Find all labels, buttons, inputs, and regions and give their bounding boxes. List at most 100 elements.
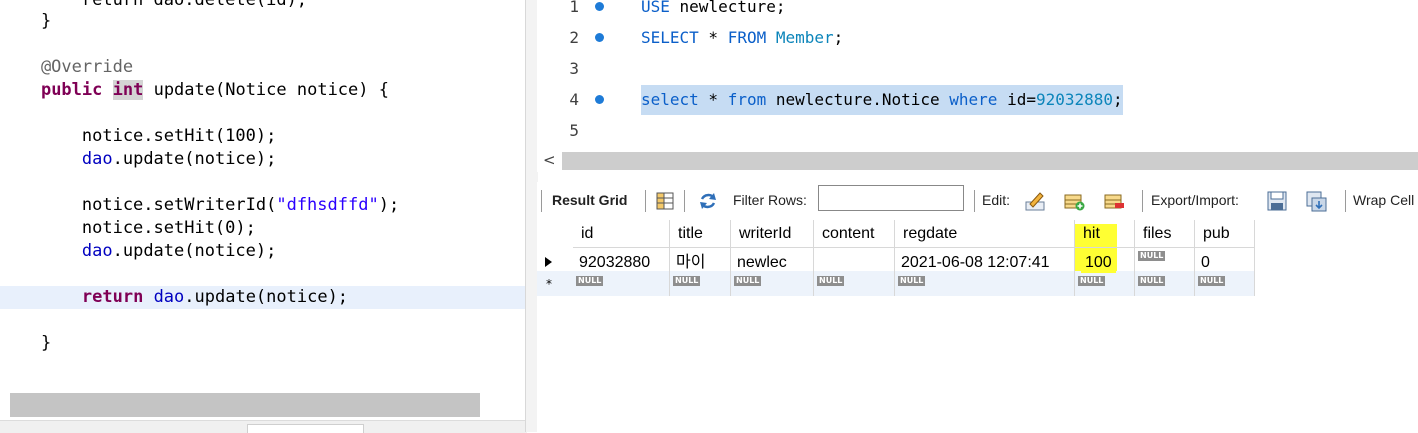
code-token: return dao.delete(id); [0, 0, 308, 10]
scroll-left-arrow-icon[interactable]: < [543, 151, 556, 169]
cell-regdate[interactable]: 2021-06-08 12:07:41 [895, 248, 1075, 271]
delete-row-icon[interactable] [1103, 190, 1125, 212]
code-token: .update(notice); [112, 241, 277, 261]
sql-token: ; [1113, 90, 1123, 109]
refresh-icon[interactable] [697, 190, 719, 212]
column-header-files[interactable]: files [1135, 220, 1195, 248]
new-row-cell-writerId[interactable]: NULL [731, 271, 814, 296]
statement-marker-icon[interactable] [595, 33, 604, 42]
sql-token: FROM [727, 28, 767, 47]
sql-token: ; [833, 28, 844, 47]
cell-text: 92032880 [579, 254, 651, 271]
code-token: int [112, 80, 144, 100]
code-line[interactable]: public int update(Notice notice) { [0, 79, 527, 102]
code-token: public [40, 80, 103, 100]
code-line[interactable]: dao.update(notice); [0, 240, 527, 263]
sql-line[interactable]: 3 [537, 54, 1418, 84]
new-row-cell-regdate[interactable]: NULL [895, 271, 1075, 296]
null-badge: NULL [1138, 276, 1166, 286]
statement-marker-icon[interactable] [595, 2, 604, 11]
column-header-regdate[interactable]: regdate [895, 220, 1075, 248]
filter-rows-input[interactable] [818, 185, 964, 211]
code-line[interactable]: } [0, 332, 527, 355]
cell-title[interactable]: 마이 [670, 248, 731, 271]
code-line[interactable]: dao.update(notice); [0, 148, 527, 171]
edit-label: Edit: [982, 192, 1011, 208]
insert-row-icon[interactable] [1063, 190, 1085, 212]
code-token: return [81, 287, 144, 307]
hit-value-highlighted: 100 [1081, 251, 1116, 273]
line-number: 5 [569, 121, 579, 140]
new-row-cell-title[interactable]: NULL [670, 271, 731, 296]
cell-id[interactable]: 92032880 [573, 248, 670, 271]
null-badge: NULL [1198, 276, 1226, 286]
column-header-id[interactable]: id [573, 220, 670, 248]
null-badge: NULL [1078, 276, 1106, 286]
code-editor-horizontal-scrollbar[interactable] [10, 393, 480, 417]
sql-line[interactable]: 5 [537, 116, 1418, 146]
new-row-cell-id[interactable]: NULL [573, 271, 670, 296]
code-line[interactable]: notice.setHit(100); [0, 125, 527, 148]
code-token: dao [153, 287, 185, 307]
column-header-content[interactable]: content [814, 220, 895, 248]
column-header-pub[interactable]: pub [1195, 220, 1255, 248]
code-line[interactable]: notice.setHit(0); [0, 217, 527, 240]
code-token: @Override [0, 57, 134, 77]
statement-marker-icon[interactable] [595, 95, 604, 104]
column-header-writerId[interactable]: writerId [731, 220, 814, 248]
code-line[interactable]: } [0, 10, 527, 33]
result-grid-toolbar: Result Grid Filter Rows: Edit: Export/Im… [537, 182, 1418, 220]
code-line[interactable] [0, 263, 527, 286]
new-row-cell-files[interactable]: NULL [1135, 271, 1195, 296]
new-row-cell-content[interactable]: NULL [814, 271, 895, 296]
sql-line[interactable]: 4 select * from newlecture.Notice where i… [537, 85, 1418, 115]
export-import-label: Export/Import: [1151, 192, 1239, 208]
toolbar-separator [974, 190, 975, 212]
code-line[interactable]: @Override [0, 56, 527, 79]
result-grid-label[interactable]: Result Grid [552, 192, 627, 208]
new-row-cell-hit[interactable]: NULL [1075, 271, 1135, 296]
cell-pub[interactable]: 0 [1195, 248, 1255, 271]
result-grid[interactable]: * id title writerId content regdate hit files p… [537, 220, 1418, 432]
scrollbar-thumb[interactable] [562, 152, 1418, 170]
grid-layout-icon[interactable] [654, 190, 676, 212]
toolbar-separator [1142, 190, 1143, 212]
toolbar-separator [684, 190, 685, 212]
sql-statement: select * from newlecture.Notice where id… [641, 85, 1123, 115]
cell-hit[interactable]: 100 [1075, 248, 1135, 273]
sql-line[interactable]: 1 USE newlecture; [537, 0, 1418, 22]
sql-query-editor[interactable]: 1 USE newlecture; 2 SELECT * FROM Member; 3 4… [537, 0, 1418, 152]
code-line[interactable] [0, 171, 527, 194]
sql-statement: USE newlecture; [641, 0, 786, 22]
null-badge: NULL [817, 276, 845, 286]
sql-line[interactable]: 2 SELECT * FROM Member; [537, 23, 1418, 53]
cell-text: 0 [1201, 254, 1210, 271]
sql-editor-horizontal-scrollbar[interactable]: < [537, 150, 1418, 172]
row-header-column: * [537, 220, 573, 296]
null-badge: NULL [673, 276, 701, 286]
cell-writerId[interactable]: newlec [731, 248, 814, 271]
cell-files[interactable]: NULL [1135, 248, 1195, 271]
column-header-hit[interactable]: hit [1075, 220, 1135, 248]
code-line[interactable] [0, 102, 527, 125]
column-header-title[interactable]: title [670, 220, 731, 248]
code-token: } [0, 11, 52, 31]
sql-token: Member [775, 28, 834, 47]
wrap-cell-label[interactable]: Wrap Cell [1353, 192, 1414, 208]
filter-rows-label: Filter Rows: [733, 192, 807, 208]
cell-content[interactable] [814, 248, 895, 271]
edit-cell-icon[interactable] [1024, 190, 1046, 212]
code-line[interactable] [0, 33, 527, 56]
code-line[interactable]: notice.setWriterId("dfhsdffd"); [0, 194, 527, 217]
java-code-editor[interactable]: return dao.delete(id); } @Override publi… [0, 0, 527, 432]
code-line[interactable]: return dao.update(notice); [0, 286, 527, 309]
import-icon[interactable] [1305, 190, 1327, 212]
code-line[interactable] [0, 309, 527, 332]
toolbar-separator [645, 190, 646, 212]
export-icon[interactable] [1266, 190, 1288, 212]
new-row-cell-pub[interactable]: NULL [1195, 271, 1255, 296]
